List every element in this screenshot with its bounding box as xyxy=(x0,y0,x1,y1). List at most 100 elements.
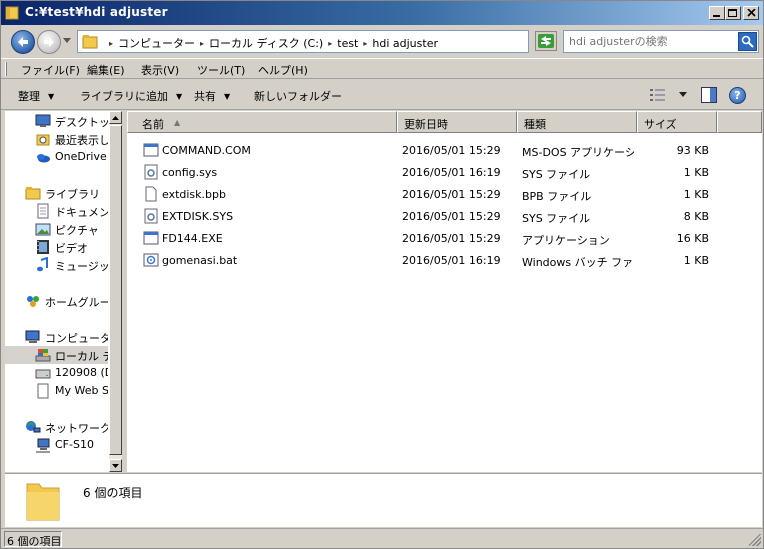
menu-view[interactable]: 表示(V) xyxy=(141,62,179,78)
nav-item-computer[interactable]: コンピューター xyxy=(5,328,108,346)
add-to-library-button[interactable]: ライブラリに追加 ▼ xyxy=(80,88,182,104)
forward-button[interactable] xyxy=(37,30,61,54)
maximize-icon xyxy=(728,8,737,17)
minimize-icon xyxy=(713,15,720,17)
file-row[interactable]: FD144.EXE 2016/05/01 15:29 アプリケーション 16 K… xyxy=(127,227,762,249)
search-button[interactable] xyxy=(738,32,757,51)
close-icon xyxy=(746,9,756,17)
homegroup-icon xyxy=(27,296,39,307)
menu-edit[interactable]: 編集(E) xyxy=(87,62,125,78)
local-disk-icon xyxy=(35,349,51,362)
chevron-right-icon[interactable]: ▸ xyxy=(328,39,332,48)
music-icon xyxy=(37,257,48,272)
navigation-pane: デスクトップ 最近表示した場所 OneDrive ライブラリ ドキュメント ピク… xyxy=(5,111,122,472)
menu-bar: ファイル(F) 編集(E) 表示(V) ツール(T) ヘルプ(H) xyxy=(1,58,763,79)
chevron-right-icon[interactable]: ▸ xyxy=(200,39,204,48)
nav-item-desktop[interactable]: デスクトップ xyxy=(5,112,108,130)
file-type: アプリケーション xyxy=(522,234,610,247)
file-row[interactable]: extdisk.bpb 2016/05/01 15:29 BPB ファイル 1 … xyxy=(127,183,762,205)
file-size: 1 KB xyxy=(683,254,709,267)
application-icon xyxy=(143,231,159,245)
nav-item-documents[interactable]: ドキュメント xyxy=(5,202,108,220)
nav-item-drive-d[interactable]: 120908 (D:) xyxy=(5,364,108,382)
nav-item-label: ドキュメント xyxy=(55,206,108,219)
new-folder-button[interactable]: 新しいフォルダー xyxy=(254,88,342,104)
toolbar-grip[interactable] xyxy=(5,62,7,76)
nav-item-videos[interactable]: ビデオ xyxy=(5,238,108,256)
share-button[interactable]: 共有 ▼ xyxy=(194,88,230,104)
column-header-type[interactable]: 種類 xyxy=(517,111,637,133)
file-name: extdisk.bpb xyxy=(162,188,226,201)
file-date: 2016/05/01 15:29 xyxy=(402,188,501,201)
back-button[interactable] xyxy=(11,30,35,54)
breadcrumb-computer[interactable]: コンピューター xyxy=(118,37,195,50)
share-label: 共有 xyxy=(194,90,216,103)
view-details-icon[interactable] xyxy=(649,87,667,103)
file-date: 2016/05/01 15:29 xyxy=(402,144,501,157)
column-header-date[interactable]: 更新日時 xyxy=(397,111,517,133)
resize-grip-icon[interactable] xyxy=(749,534,761,546)
chevron-right-icon[interactable]: ▸ xyxy=(363,39,367,48)
system-file-icon xyxy=(144,208,158,224)
file-size: 8 KB xyxy=(683,210,709,223)
file-date: 2016/05/01 16:19 xyxy=(402,254,501,267)
menu-tools[interactable]: ツール(T) xyxy=(197,62,245,78)
refresh-icon xyxy=(538,34,554,48)
arrow-left-icon xyxy=(18,37,28,47)
preview-pane-icon[interactable] xyxy=(701,87,717,103)
file-row[interactable]: gomenasi.bat 2016/05/01 16:19 Windows バッ… xyxy=(127,249,762,271)
breadcrumb-hdi-adjuster[interactable]: hdi adjuster xyxy=(372,37,438,50)
close-button[interactable] xyxy=(743,6,759,20)
nav-item-homegroup[interactable]: ホームグループ xyxy=(5,292,108,310)
title-bar[interactable]: C:¥test¥hdi adjuster xyxy=(1,1,763,25)
nav-item-pictures[interactable]: ピクチャ xyxy=(5,220,108,238)
help-icon[interactable]: ? xyxy=(729,87,746,104)
address-bar[interactable]: ▸ コンピューター ▸ ローカル ディスク (C:) ▸ test ▸ hdi adjuste… xyxy=(77,30,602,53)
scroll-down-button[interactable] xyxy=(109,459,122,472)
file-row[interactable]: EXTDISK.SYS 2016/05/01 15:29 SYS ファイル 8 … xyxy=(127,205,762,227)
column-header-filler xyxy=(717,111,762,133)
nav-item-onedrive[interactable]: OneDrive xyxy=(5,148,108,166)
nav-item-cf-s10[interactable]: CF-S10 xyxy=(5,436,108,454)
network-icon xyxy=(26,421,41,433)
nav-item-network[interactable]: ネットワーク xyxy=(5,418,108,436)
nav-item-my-web-sites[interactable]: My Web Sites xyxy=(5,382,108,400)
nav-item-label: ピクチャ xyxy=(55,224,99,237)
nav-item-recent-places[interactable]: 最近表示した場所 xyxy=(5,130,108,148)
nav-scrollbar[interactable] xyxy=(109,111,122,472)
nav-item-libraries[interactable]: ライブラリ xyxy=(5,184,108,202)
add-to-library-label: ライブラリに追加 xyxy=(80,90,168,103)
nav-item-music[interactable]: ミュージック xyxy=(5,256,108,274)
window-title: C:¥test¥hdi adjuster xyxy=(25,5,168,19)
nav-item-label: ライブラリ xyxy=(45,188,100,201)
file-row[interactable]: config.sys 2016/05/01 16:19 SYS ファイル 1 K… xyxy=(127,161,762,183)
menu-help[interactable]: ヘルプ(H) xyxy=(258,62,308,78)
nav-item-label: ホームグループ xyxy=(45,296,108,309)
breadcrumb-test[interactable]: test xyxy=(337,37,358,50)
scroll-thumb[interactable] xyxy=(109,125,122,455)
application-icon xyxy=(143,143,159,157)
scroll-up-button[interactable] xyxy=(109,111,122,124)
recent-places-icon xyxy=(36,134,50,146)
search-icon xyxy=(741,35,754,48)
refresh-button[interactable] xyxy=(535,31,557,51)
file-date: 2016/05/01 15:29 xyxy=(402,210,501,223)
chevron-right-icon[interactable]: ▸ xyxy=(109,39,113,48)
nav-item-label: OneDrive xyxy=(55,150,107,163)
recent-pages-dropdown-icon[interactable] xyxy=(63,38,71,44)
file-size: 1 KB xyxy=(683,166,709,179)
nav-item-local-disk-c[interactable]: ローカル ディスク (C:) xyxy=(5,346,108,364)
column-header-name[interactable]: 名前 ▲ xyxy=(127,111,397,133)
menu-file[interactable]: ファイル(F) xyxy=(21,62,80,78)
minimize-button[interactable] xyxy=(709,6,725,20)
maximize-button[interactable] xyxy=(725,6,741,20)
nav-item-label: ネットワーク xyxy=(45,422,108,435)
file-date: 2016/05/01 15:29 xyxy=(402,232,501,245)
column-header-size[interactable]: サイズ xyxy=(637,111,717,133)
organize-button[interactable]: 整理 ▼ xyxy=(18,88,54,104)
view-options-dropdown-icon[interactable] xyxy=(679,92,687,98)
search-input[interactable] xyxy=(564,31,736,52)
file-size: 16 KB xyxy=(676,232,709,245)
file-row[interactable]: COMMAND.COM 2016/05/01 15:29 MS-DOS アプリケ… xyxy=(127,139,762,161)
breadcrumb-local-disk[interactable]: ローカル ディスク (C:) xyxy=(209,37,323,50)
